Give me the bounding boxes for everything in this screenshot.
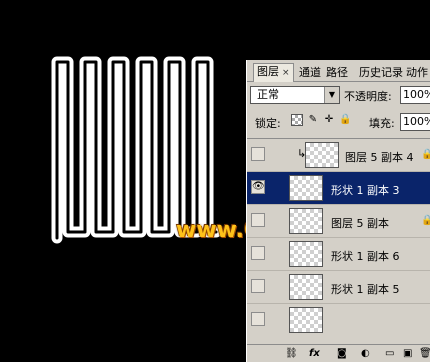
layers-bottom-bar: ⛓ fx ◙ ◐ ▭ ▣ 🗑	[247, 344, 430, 362]
close-icon[interactable]: ×	[282, 68, 290, 78]
visibility-toggle[interactable]	[251, 147, 265, 161]
layer-row[interactable]: ↳ 图层 5 副本 4 🔒	[247, 139, 430, 172]
layer-thumbnail	[289, 208, 323, 234]
group-icon[interactable]: ▭	[385, 347, 394, 361]
lock-position-icon[interactable]: ✛	[323, 114, 335, 126]
lock-all-icon[interactable]: 🔒	[339, 114, 351, 126]
lock-label: 锁定:	[255, 117, 281, 130]
layer-name: 形状 1 副本 5	[331, 283, 400, 296]
layer-row[interactable]: 图层 5 副本 🔒	[247, 205, 430, 238]
visibility-toggle[interactable]	[251, 246, 265, 260]
eye-icon[interactable]: 👁	[251, 180, 265, 194]
tab-history[interactable]: 历史记录	[359, 65, 403, 81]
layer-name: 图层 5 副本	[331, 217, 389, 230]
layer-list: ↳ 图层 5 副本 4 🔒 👁 形状 1 副本 3 图层 5 副本 🔒 形状 1…	[247, 138, 430, 345]
visibility-toggle[interactable]	[251, 279, 265, 293]
visibility-toggle[interactable]	[251, 312, 265, 326]
lock-icon: 🔒	[421, 215, 430, 226]
opacity-label: 不透明度:	[344, 90, 392, 103]
layer-name: 图层 5 副本 4	[345, 151, 414, 164]
lock-pixels-icon[interactable]: ✎	[307, 114, 319, 126]
tab-actions[interactable]: 动作	[406, 65, 428, 81]
new-layer-icon[interactable]: ▣	[403, 347, 412, 361]
fx-icon[interactable]: fx	[309, 347, 320, 361]
tab-paths[interactable]: 路径	[326, 65, 348, 81]
layer-row[interactable]: 形状 1 副本 6	[247, 238, 430, 271]
tab-label: 图层	[257, 65, 279, 78]
fill-label: 填充:	[369, 117, 395, 130]
layer-thumbnail	[289, 274, 323, 300]
layer-row[interactable]	[247, 304, 430, 345]
layer-row[interactable]: 形状 1 副本 5	[247, 271, 430, 304]
layer-row[interactable]: 👁 形状 1 副本 3	[247, 172, 430, 205]
layer-name: 形状 1 副本 6	[331, 250, 400, 263]
lock-icon: 🔒	[421, 149, 430, 160]
layer-thumbnail	[289, 175, 323, 201]
adjustment-icon[interactable]: ◐	[361, 347, 370, 361]
chevron-down-icon: ▼	[324, 87, 339, 103]
zigzag-path	[51, 56, 222, 244]
layers-panel: 图层× 通道 路径 历史记录 动作 正常 ▼ 不透明度: 100% 锁定: ✎ …	[246, 60, 430, 362]
layer-name: 形状 1 副本 3	[331, 184, 400, 197]
trash-icon[interactable]: 🗑	[419, 347, 430, 361]
link-icon[interactable]: ⛓	[285, 347, 298, 361]
layer-thumbnail	[305, 142, 339, 168]
layer-thumbnail	[289, 241, 323, 267]
blend-mode-value: 正常	[257, 88, 279, 101]
lock-transparency-icon[interactable]	[291, 114, 303, 126]
visibility-toggle[interactable]	[251, 213, 265, 227]
tab-channels[interactable]: 通道	[299, 65, 321, 81]
layer-thumbnail	[289, 307, 323, 333]
opacity-input[interactable]: 100%	[400, 86, 430, 104]
panel-tabs: 图层 × 通道 路径 历史记录 动作	[247, 63, 430, 82]
fill-input[interactable]: 100%	[400, 113, 430, 131]
blend-mode-select[interactable]: 正常 ▼	[250, 86, 340, 104]
mask-icon[interactable]: ◙	[337, 347, 347, 361]
tab-layers[interactable]: 图层 ×	[253, 63, 294, 82]
